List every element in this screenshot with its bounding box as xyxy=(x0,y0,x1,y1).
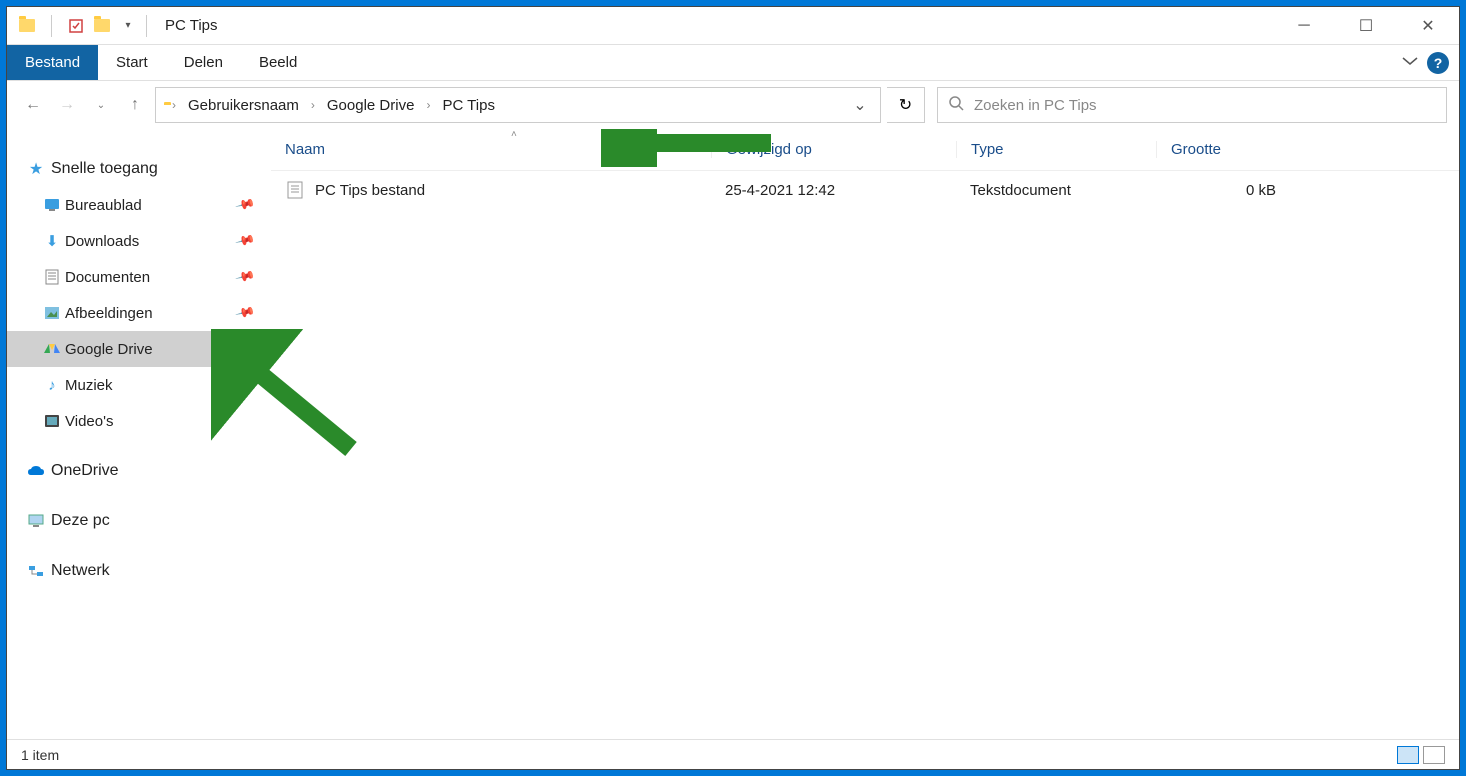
sidebar-item-google-drive[interactable]: Google Drive 📌 xyxy=(7,331,271,367)
quick-access-toolbar: ▾ xyxy=(7,15,138,37)
properties-icon[interactable] xyxy=(66,16,86,36)
recent-dropdown[interactable]: ⌄ xyxy=(87,91,115,119)
sidebar-item-label: Deze pc xyxy=(51,512,110,530)
details-view-button[interactable] xyxy=(1397,746,1419,764)
back-button[interactable]: ← xyxy=(19,91,47,119)
file-name: PC Tips bestand xyxy=(315,182,425,199)
sidebar-item-label: OneDrive xyxy=(51,462,119,480)
chevron-down-icon[interactable] xyxy=(1401,54,1419,72)
pin-icon: 📌 xyxy=(234,266,256,288)
tab-view[interactable]: Beeld xyxy=(241,45,315,80)
address-bar[interactable]: › Gebruikersnaam › Google Drive › PC Tip… xyxy=(155,87,881,123)
item-count: 1 item xyxy=(21,747,59,763)
file-list-pane: ˄ Naam Gewijzigd op Type Grootte PC Tips… xyxy=(271,129,1459,739)
minimize-button[interactable]: ─ xyxy=(1273,7,1335,45)
close-button[interactable]: ✕ xyxy=(1397,7,1459,45)
sidebar-item-label: Video's xyxy=(65,413,113,430)
address-bar-row: ← → ⌄ ↑ › Gebruikersnaam › Google Drive … xyxy=(7,81,1459,129)
search-placeholder: Zoeken in PC Tips xyxy=(974,97,1097,114)
tab-start[interactable]: Start xyxy=(98,45,166,80)
search-icon xyxy=(948,95,964,116)
sidebar-item-documents[interactable]: Documenten 📌 xyxy=(7,259,271,295)
column-type[interactable]: Type xyxy=(956,141,1156,158)
file-modified: 25-4-2021 12:42 xyxy=(711,182,956,199)
window-controls: ─ ☐ ✕ xyxy=(1273,7,1459,45)
address-dropdown[interactable]: ⌄ xyxy=(848,95,872,115)
separator xyxy=(51,15,52,37)
sidebar-item-downloads[interactable]: ⬇ Downloads 📌 xyxy=(7,223,271,259)
dropdown-icon[interactable]: ▾ xyxy=(118,16,138,36)
sidebar-item-label: Muziek xyxy=(65,377,113,394)
video-icon xyxy=(43,412,61,430)
sidebar-item-videos[interactable]: Video's xyxy=(7,403,271,439)
window-title: PC Tips xyxy=(165,17,218,34)
column-name[interactable]: Naam xyxy=(271,141,711,158)
tab-file[interactable]: Bestand xyxy=(7,45,98,80)
breadcrumb-item[interactable]: PC Tips xyxy=(438,97,499,114)
forward-button[interactable]: → xyxy=(53,91,81,119)
text-file-icon xyxy=(285,180,305,200)
status-bar: 1 item xyxy=(7,739,1459,769)
pc-icon xyxy=(27,512,45,530)
file-type: Tekstdocument xyxy=(956,182,1156,199)
music-icon: ♪ xyxy=(43,376,61,394)
document-icon xyxy=(43,268,61,286)
download-icon: ⬇ xyxy=(43,232,61,250)
sidebar-this-pc[interactable]: Deze pc xyxy=(7,503,271,539)
tab-share[interactable]: Delen xyxy=(166,45,241,80)
star-icon: ★ xyxy=(27,160,45,178)
pictures-icon xyxy=(43,304,61,322)
explorer-window: ▾ PC Tips ─ ☐ ✕ Bestand Start Delen Beel… xyxy=(6,6,1460,770)
sidebar-item-label: Documenten xyxy=(65,269,150,286)
sidebar-item-pictures[interactable]: Afbeeldingen 📌 xyxy=(7,295,271,331)
folder-icon xyxy=(17,16,37,36)
large-icons-view-button[interactable] xyxy=(1423,746,1445,764)
breadcrumb-item[interactable]: Gebruikersnaam xyxy=(184,97,303,114)
sidebar-item-label: Downloads xyxy=(65,233,139,250)
google-drive-icon xyxy=(43,340,61,358)
sort-indicator-icon: ˄ xyxy=(511,129,517,140)
pin-icon: 📌 xyxy=(234,302,256,324)
sidebar-network[interactable]: Netwerk xyxy=(7,553,271,589)
sidebar-item-music[interactable]: ♪ Muziek xyxy=(7,367,271,403)
sidebar-item-label: Bureaublad xyxy=(65,197,142,214)
separator xyxy=(146,15,147,37)
sidebar-item-label: Netwerk xyxy=(51,562,110,580)
sidebar-item-label: Afbeeldingen xyxy=(65,305,153,322)
search-input[interactable]: Zoeken in PC Tips xyxy=(937,87,1447,123)
sidebar-quick-access[interactable]: ★ Snelle toegang xyxy=(7,151,271,187)
breadcrumb-item[interactable]: Google Drive xyxy=(323,97,419,114)
file-size: 0 kB xyxy=(1156,182,1296,199)
cloud-icon xyxy=(27,462,45,480)
folder-icon[interactable] xyxy=(92,16,112,36)
title-bar: ▾ PC Tips ─ ☐ ✕ xyxy=(7,7,1459,45)
sidebar-item-label: Google Drive xyxy=(65,341,153,358)
up-button[interactable]: ↑ xyxy=(121,91,149,119)
desktop-icon xyxy=(43,196,61,214)
column-headers: Naam Gewijzigd op Type Grootte xyxy=(271,129,1459,171)
file-row[interactable]: PC Tips bestand 25-4-2021 12:42 Tekstdoc… xyxy=(271,171,1459,209)
column-modified[interactable]: Gewijzigd op xyxy=(711,141,956,158)
sidebar-onedrive[interactable]: OneDrive xyxy=(7,453,271,489)
network-icon xyxy=(27,562,45,580)
refresh-button[interactable]: ↻ xyxy=(887,87,925,123)
navigation-pane: ★ Snelle toegang Bureaublad 📌 ⬇ Download… xyxy=(7,129,271,739)
chevron-right-icon: › xyxy=(168,98,180,112)
sidebar-item-label: Snelle toegang xyxy=(51,160,158,178)
maximize-button[interactable]: ☐ xyxy=(1335,7,1397,45)
pin-icon: 📌 xyxy=(234,338,256,360)
help-button[interactable]: ? xyxy=(1427,52,1449,74)
pin-icon: 📌 xyxy=(234,194,256,216)
content-area: ★ Snelle toegang Bureaublad 📌 ⬇ Download… xyxy=(7,129,1459,739)
ribbon-tabs: Bestand Start Delen Beeld ? xyxy=(7,45,1459,81)
sidebar-item-desktop[interactable]: Bureaublad 📌 xyxy=(7,187,271,223)
chevron-right-icon: › xyxy=(422,98,434,112)
column-size[interactable]: Grootte xyxy=(1156,141,1296,158)
chevron-right-icon: › xyxy=(307,98,319,112)
pin-icon: 📌 xyxy=(234,230,256,252)
